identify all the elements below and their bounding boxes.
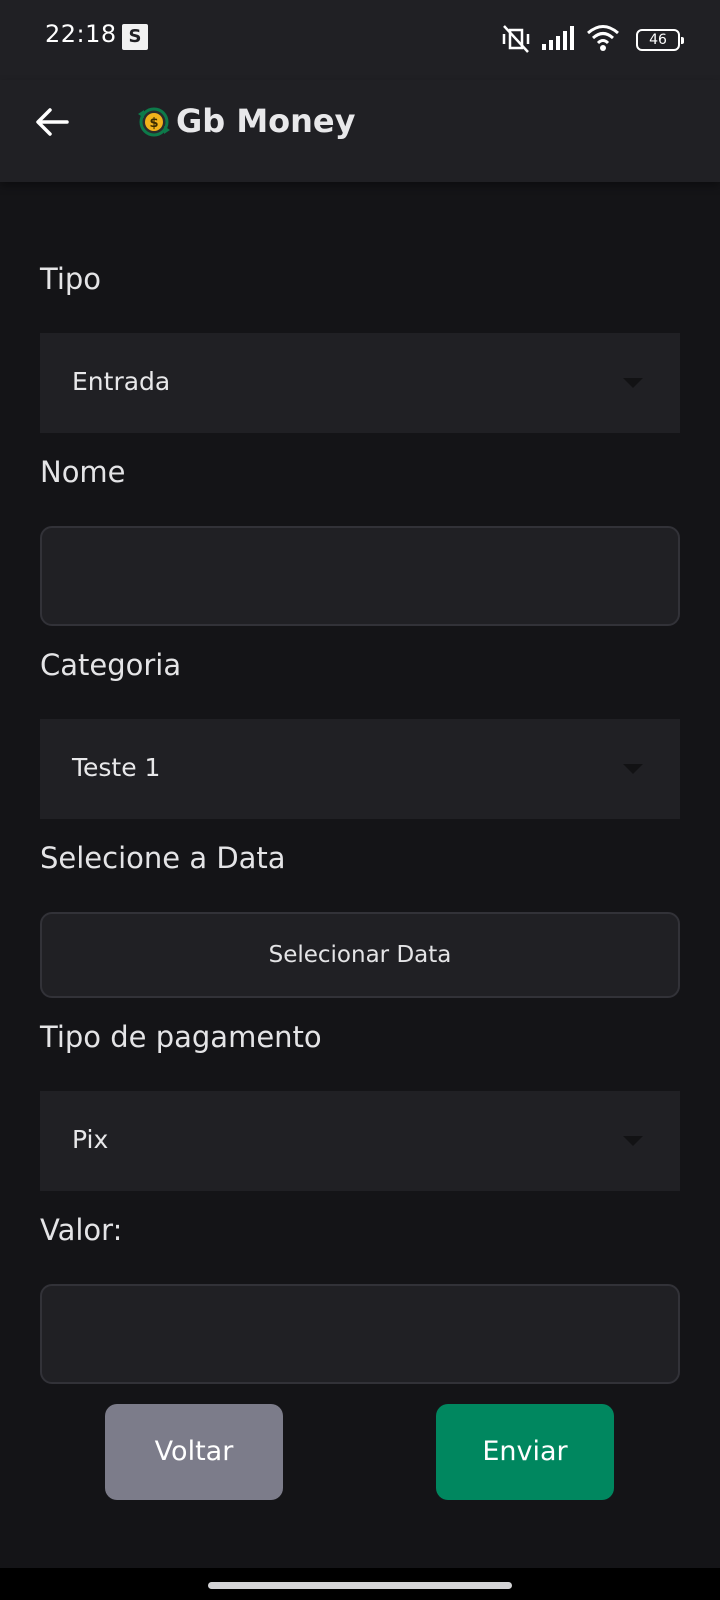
status-icons: 46 [500,24,684,54]
categoria-label: Categoria [40,648,182,682]
notification-badge: S [122,24,148,50]
home-indicator[interactable] [208,1582,512,1589]
money-logo-icon: $ [138,107,170,137]
data-label: Selecione a Data [40,841,286,875]
caret-down-icon [623,378,643,388]
app-bar: $ Gb Money [0,80,720,182]
caret-down-icon [623,1136,643,1146]
pagamento-label: Tipo de pagamento [40,1020,322,1054]
valor-label: Valor: [40,1213,123,1247]
valor-input[interactable] [40,1284,680,1384]
tipo-select[interactable]: Entrada [40,333,680,433]
pagamento-select[interactable]: Pix [40,1091,680,1191]
tipo-select-value: Entrada [72,367,171,396]
tipo-label: Tipo [40,262,102,296]
categoria-select-value: Teste 1 [72,753,161,782]
app-title: Gb Money [176,102,356,140]
categoria-select[interactable]: Teste 1 [40,719,680,819]
back-arrow-button[interactable] [30,100,74,144]
pagamento-select-value: Pix [72,1125,109,1154]
svg-text:$: $ [149,116,158,131]
caret-down-icon [623,764,643,774]
wifi-icon [587,25,619,51]
arrow-left-icon [36,108,69,136]
battery-icon: 46 [636,29,684,51]
status-time: 22:18 [45,20,117,48]
status-bar: 22:18 S 46 [0,0,720,80]
select-date-button[interactable]: Selecionar Data [40,912,680,998]
navigation-bar [0,1568,720,1600]
voltar-button[interactable]: Voltar [105,1404,283,1500]
enviar-button[interactable]: Enviar [436,1404,614,1500]
nome-input[interactable] [40,526,680,626]
mute-vibrate-icon [502,25,530,53]
signal-icon [542,26,574,50]
nome-label: Nome [40,455,126,489]
